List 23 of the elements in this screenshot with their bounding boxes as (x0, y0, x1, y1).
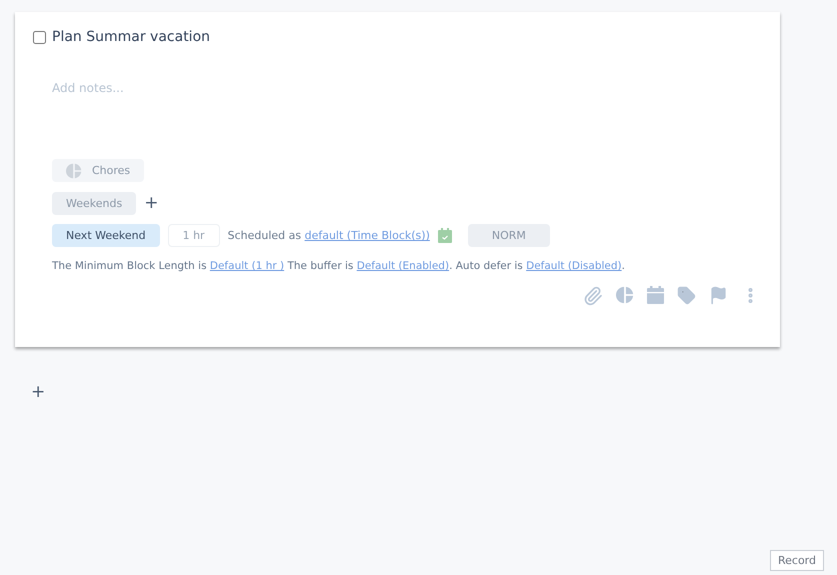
add-task-button[interactable]: + (31, 384, 43, 401)
flag-icon[interactable] (709, 286, 728, 305)
tag-chip[interactable]: Weekends (52, 192, 136, 215)
tag-icon[interactable] (677, 286, 696, 305)
date-chip[interactable]: Next Weekend (52, 224, 160, 247)
calendar-icon[interactable] (647, 286, 664, 304)
record-button[interactable]: Record (770, 550, 824, 571)
settings-link[interactable]: Default (Enabled) (356, 260, 450, 272)
calendar-check-icon[interactable] (438, 228, 452, 243)
pie-chart-icon[interactable] (616, 286, 634, 304)
settings-link[interactable]: Default (Disabled) (526, 260, 622, 272)
priority-chip[interactable]: NORM (468, 224, 550, 247)
settings-link[interactable]: Default (1 hr ) (210, 260, 284, 272)
settings-text: The Minimum Block Length is Default (1 hr ) The buffer is Default (Enabled). Auto defer is Default (Disabled). (52, 260, 626, 272)
add-tag-button[interactable]: + (144, 195, 158, 212)
duration-field[interactable]: 1 hr (168, 224, 220, 247)
task-title: Plan Summar vacation (52, 29, 210, 45)
scheduled-label: Scheduled as default (Time Block(s)) (228, 229, 430, 242)
paperclip-icon[interactable] (583, 286, 603, 306)
schedule-link[interactable]: default (Time Block(s)) (304, 229, 430, 242)
task-checkbox[interactable] (33, 30, 46, 44)
project-chip[interactable]: Chores (52, 159, 144, 182)
pie-chart-icon[interactable] (66, 162, 82, 178)
